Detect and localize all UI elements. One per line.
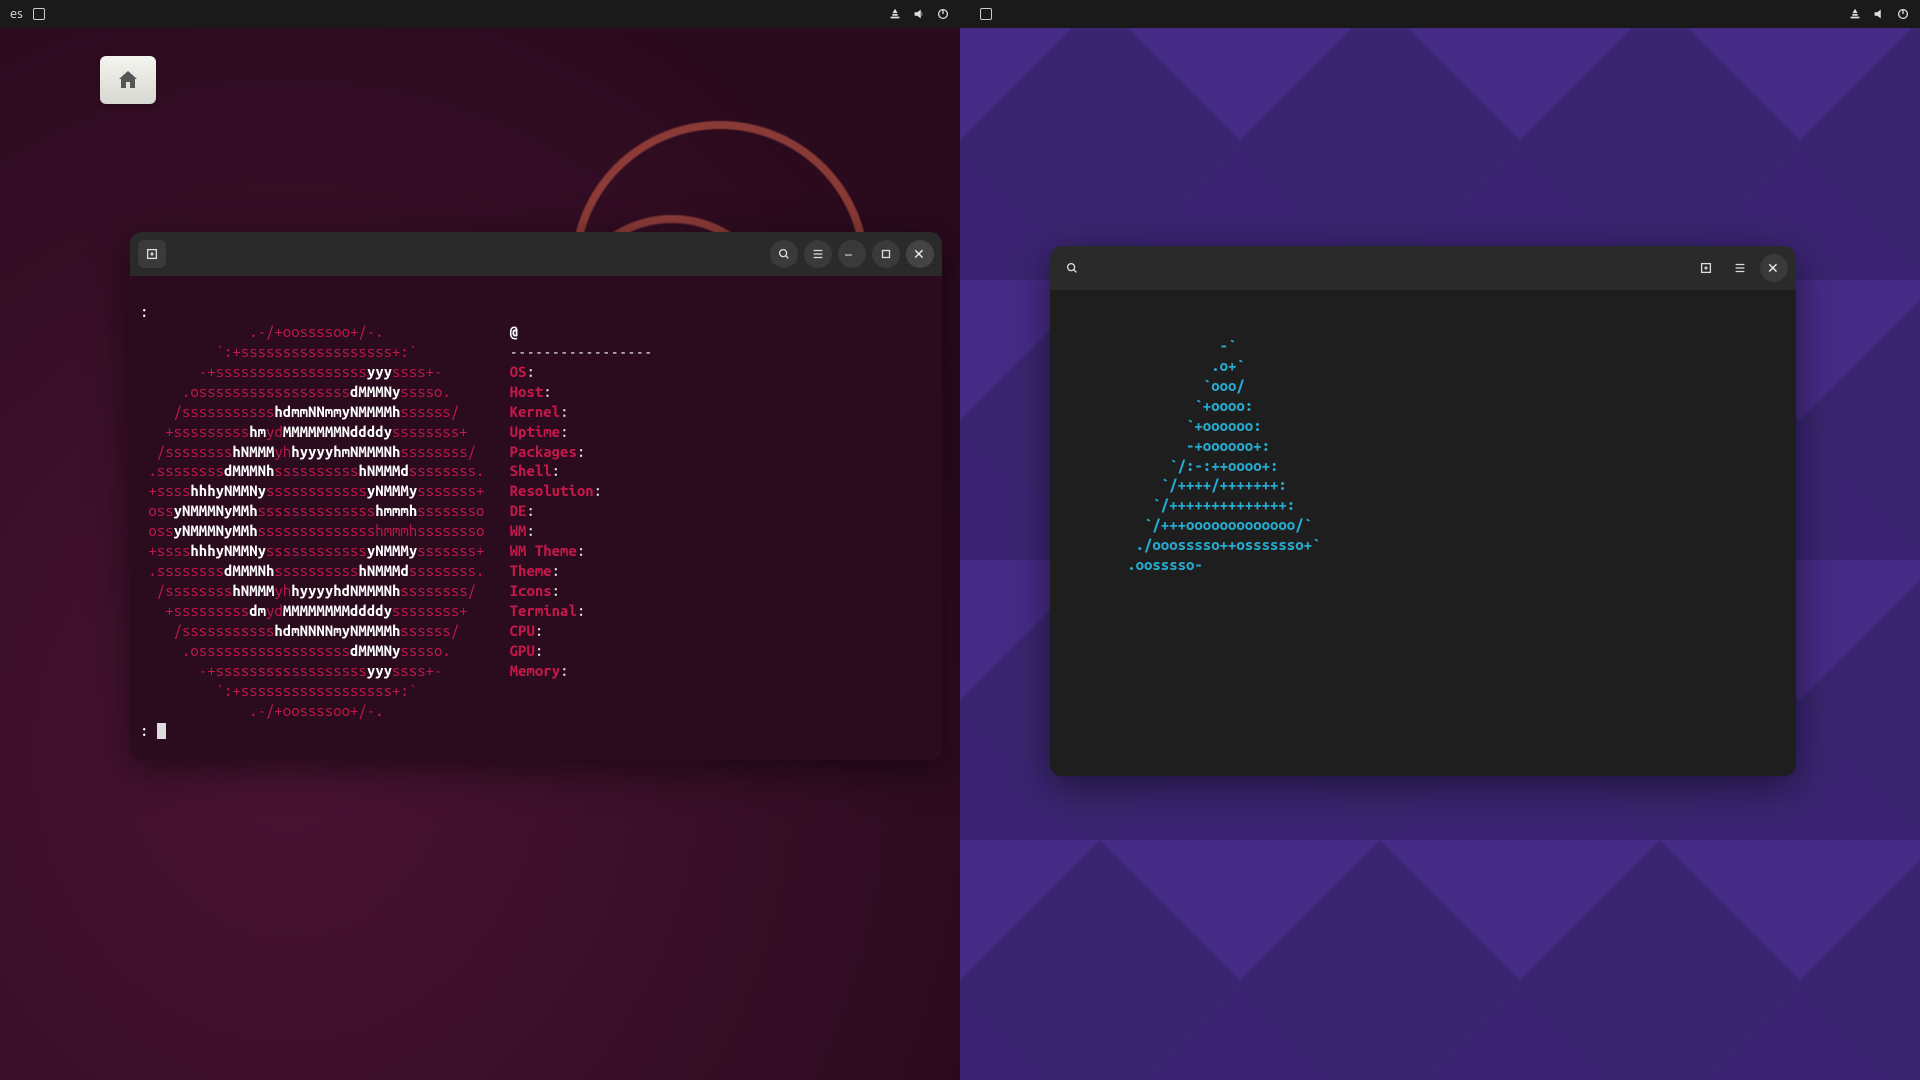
hamburger-icon — [1733, 261, 1747, 275]
ubuntu-ascii-logo: .-/+oossssoo+/-. `:+ssssssssssssssssss+:… — [140, 322, 484, 721]
close-icon: ✕ — [1767, 261, 1781, 275]
home-folder-icon[interactable] — [100, 56, 156, 110]
activities-placeholder: es — [10, 7, 23, 21]
menu-button[interactable] — [1726, 254, 1754, 282]
minimize-button[interactable]: – — [838, 240, 866, 268]
power-icon — [936, 7, 950, 21]
close-button[interactable]: ✕ — [1760, 254, 1788, 282]
minimize-icon: – — [845, 247, 859, 261]
current-app-indicator[interactable] — [33, 8, 51, 20]
menu-button[interactable] — [804, 240, 832, 268]
folder-glyph — [100, 56, 156, 104]
volume-icon — [1872, 7, 1886, 21]
power-icon — [1896, 7, 1910, 21]
close-icon: ✕ — [913, 247, 927, 261]
ubuntu-neofetch-info: @ ----------------- OS: Host: Kernel: Up… — [484, 322, 652, 721]
new-tab-button[interactable] — [138, 240, 166, 268]
arch-topbar — [960, 0, 1920, 28]
ubuntu-terminal-titlebar[interactable]: – ✕ — [130, 232, 942, 276]
volume-icon — [912, 7, 926, 21]
system-tray[interactable] — [1848, 7, 1910, 21]
arch-terminal-titlebar[interactable]: ✕ — [1050, 246, 1796, 290]
maximize-button[interactable] — [872, 240, 900, 268]
terminal-app-icon — [33, 8, 45, 20]
home-icon — [116, 68, 140, 92]
arch-terminal-body[interactable]: -` .o+` `ooo/ `+oooo: `+oooooo: -+oooooo… — [1050, 290, 1796, 776]
ubuntu-terminal-body[interactable]: : .-/+oossssoo+/-. `:+ssssssssssssssssss… — [130, 276, 942, 760]
search-icon — [777, 247, 791, 261]
arch-desktop: ✕ -` .o+` `ooo/ `+oooo: `+oooooo: -+oooo… — [960, 0, 1920, 1080]
neofetch-output: .-/+oossssoo+/-. `:+ssssssssssssssssss+:… — [140, 322, 932, 721]
current-app-indicator[interactable] — [980, 8, 998, 20]
network-icon — [888, 7, 902, 21]
ubuntu-terminal-window[interactable]: – ✕ : .-/+oossssoo+/-. `:+ssssssssssssss… — [130, 232, 942, 760]
new-tab-icon — [145, 247, 159, 261]
system-tray[interactable] — [888, 7, 950, 21]
search-button[interactable] — [1058, 254, 1086, 282]
cursor — [157, 723, 166, 739]
ubuntu-topbar: es — [0, 0, 960, 28]
network-icon — [1848, 7, 1862, 21]
new-tab-icon — [1699, 261, 1713, 275]
search-button[interactable] — [770, 240, 798, 268]
maximize-icon — [879, 247, 893, 261]
hamburger-icon — [811, 247, 825, 261]
neofetch-output: -` .o+` `ooo/ `+oooo: `+oooooo: -+oooooo… — [1060, 336, 1786, 575]
new-tab-button[interactable] — [1692, 254, 1720, 282]
close-button[interactable]: ✕ — [906, 240, 934, 268]
arch-ascii-logo: -` .o+` `ooo/ `+oooo: `+oooooo: -+oooooo… — [1060, 336, 1320, 575]
search-icon — [1065, 261, 1079, 275]
console-app-icon — [980, 8, 992, 20]
arch-terminal-window[interactable]: ✕ -` .o+` `ooo/ `+oooo: `+oooooo: -+oooo… — [1050, 246, 1796, 776]
ubuntu-desktop: es — [0, 0, 960, 1080]
